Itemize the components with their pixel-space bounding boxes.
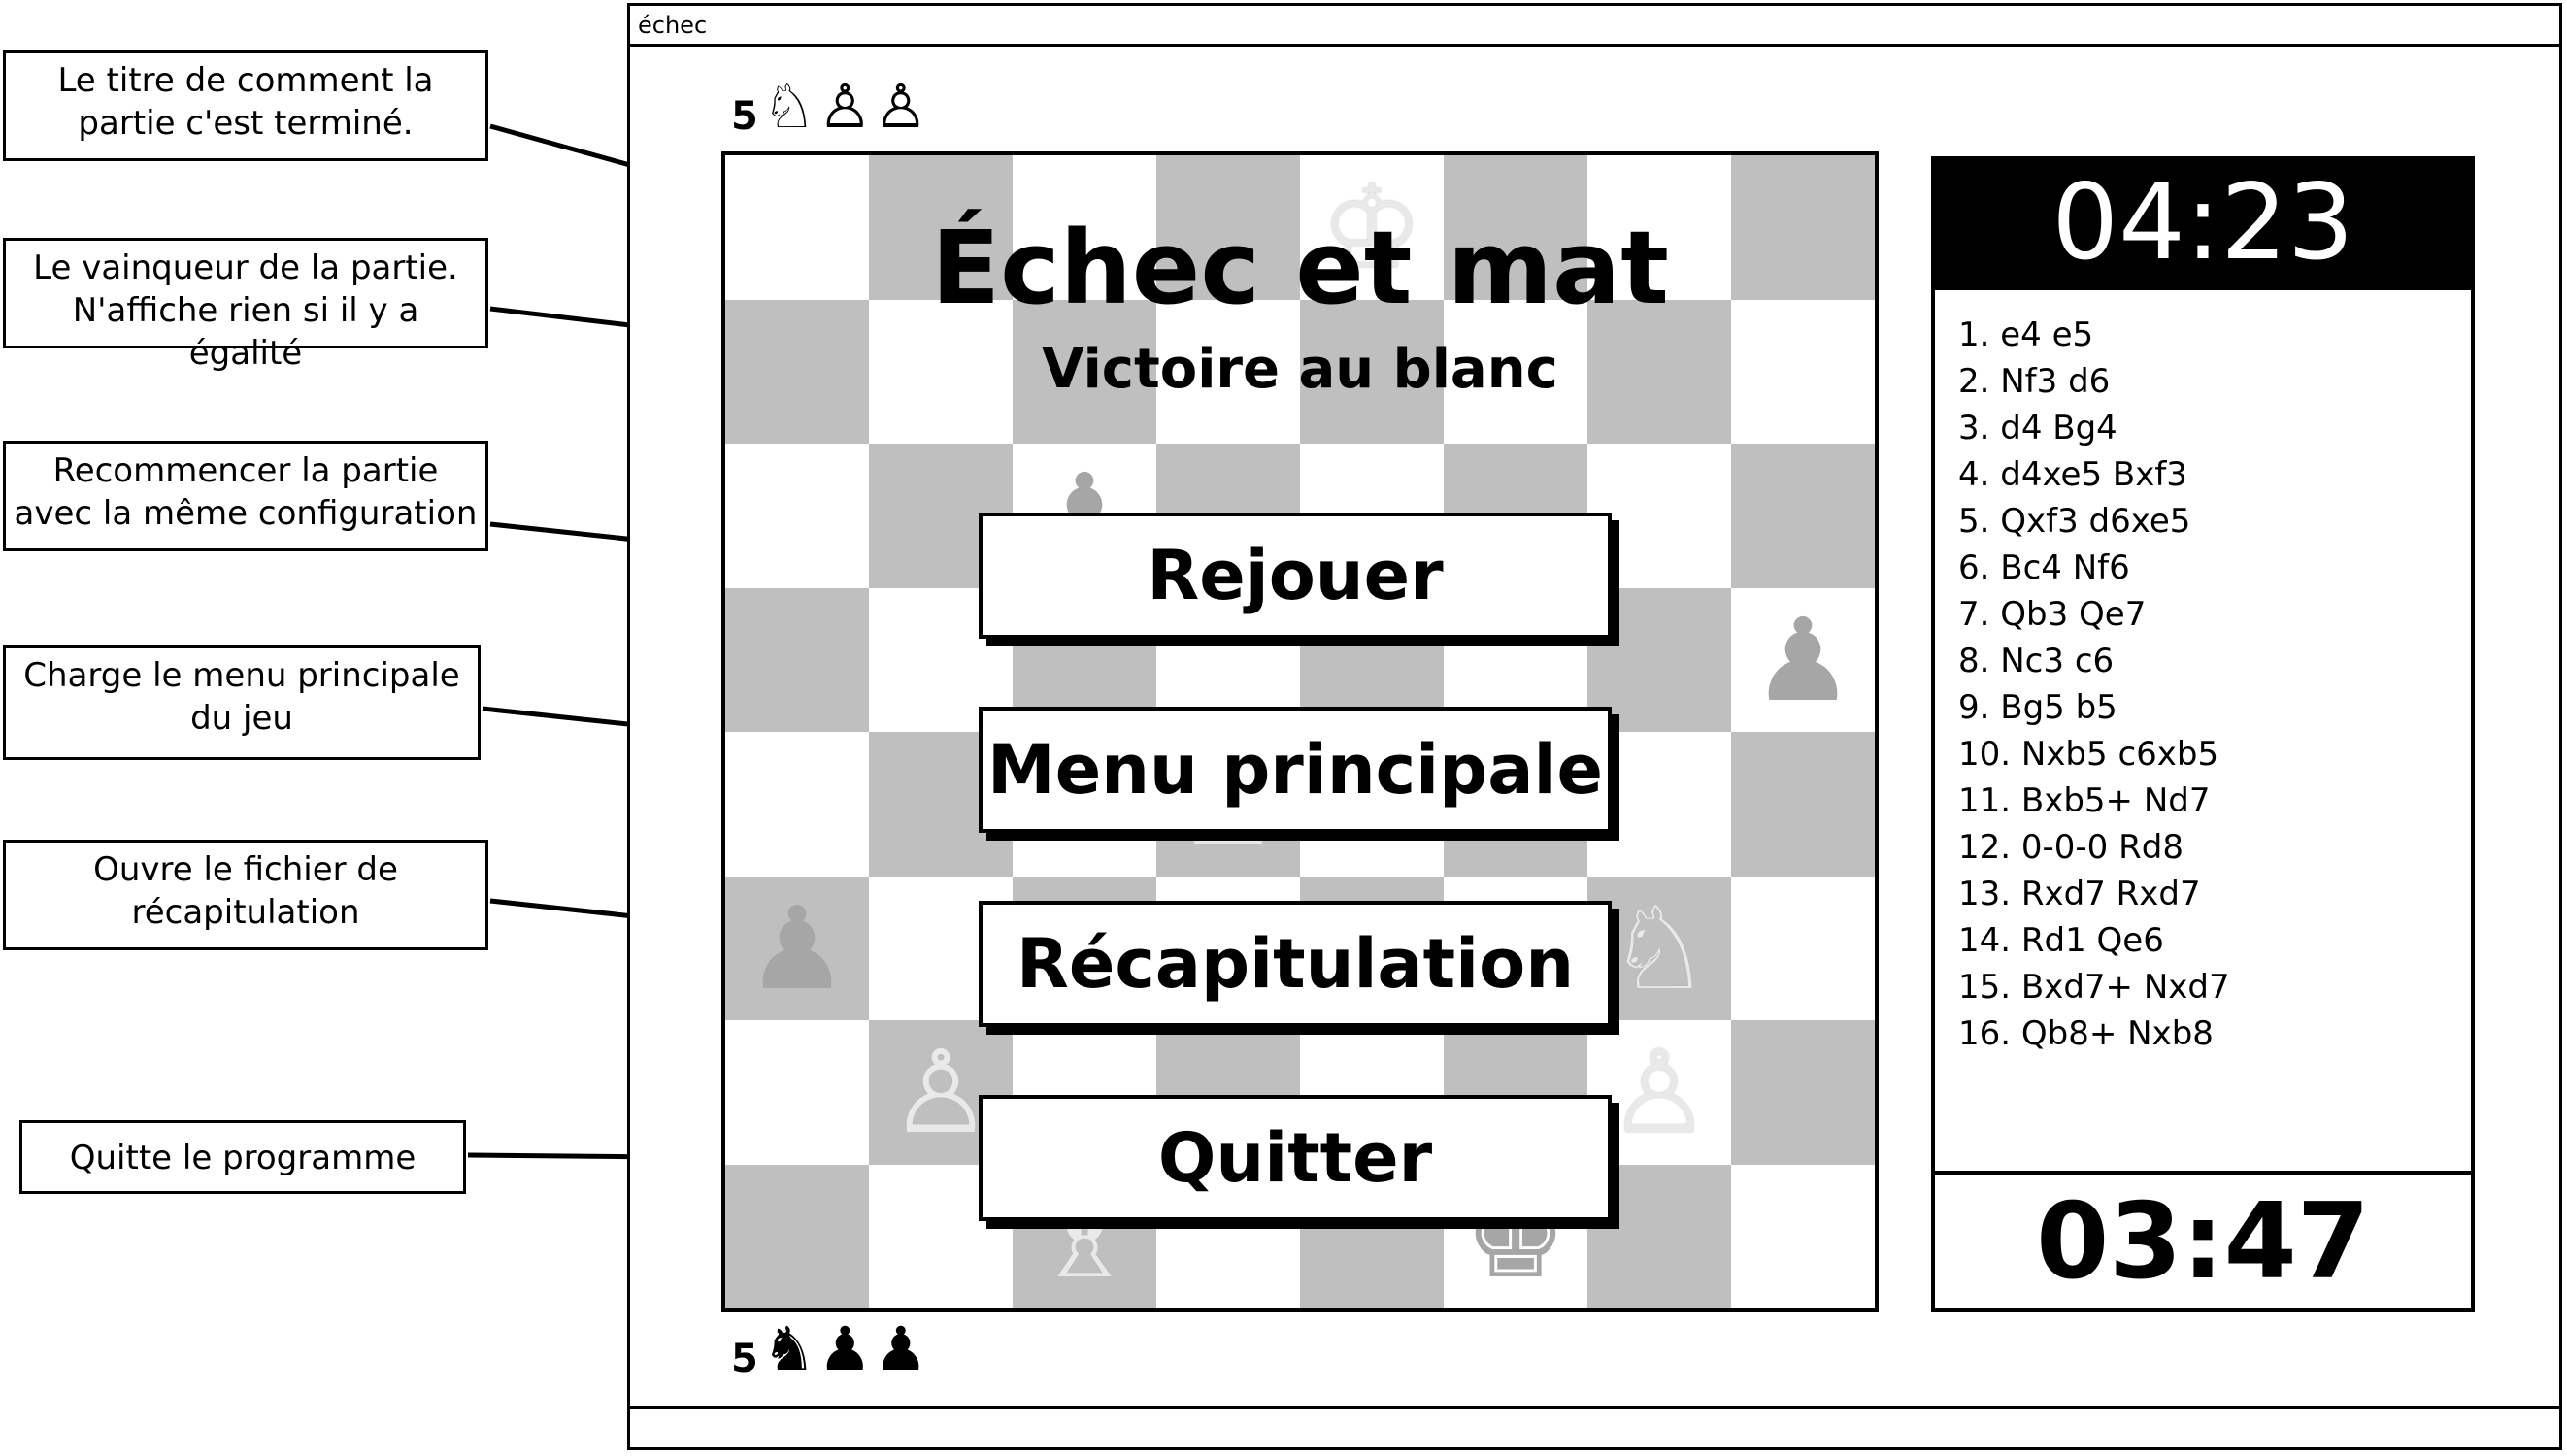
move-list-item: 1. e4 e5	[1958, 315, 2094, 354]
move-list: 1. e4 e5 2. Nf3 d6 3. d4 Bg4 4. d4xe5 Bxf3 5…	[1958, 312, 2230, 1057]
captured-count-top: 5	[731, 94, 758, 139]
replay-button[interactable]: Rejouer	[979, 513, 1612, 639]
move-list-item: 3. d4 Bg4	[1958, 409, 2117, 447]
annotation-result-title: Le titre de comment la partie c'est term…	[3, 50, 488, 161]
move-list-item: 8. Nc3 c6	[1958, 642, 2115, 680]
recap-button[interactable]: Récapitulation	[979, 901, 1612, 1027]
black-pawn-icon: ♟	[817, 1313, 873, 1384]
move-list-item: 4. d4xe5 Bxf3	[1958, 455, 2187, 494]
quit-button[interactable]: Quitter	[979, 1095, 1612, 1221]
window-statusbar	[630, 1406, 2559, 1447]
game-window: échec 5 ♘ ♙ ♙ ♔♟♟♙♟♘♙♙♗♚ Échec et mat Vi…	[627, 3, 2562, 1450]
move-list-item: 7. Qb3 Qe7	[1958, 595, 2147, 634]
timer-top: 04:23	[1931, 156, 2475, 290]
result-title: Échec et mat	[931, 209, 1669, 327]
white-knight-icon: ♘	[761, 71, 817, 142]
window-title: échec	[638, 12, 708, 39]
move-list-item: 9. Bg5 b5	[1958, 688, 2117, 727]
move-list-item: 11. Bxb5+ Nd7	[1958, 781, 2211, 820]
winner-label: Victoire au blanc	[1042, 338, 1558, 401]
annotation-main-menu: Charge le menu principale du jeu	[3, 645, 481, 760]
move-list-item: 5. Qxf3 d6xe5	[1958, 502, 2191, 541]
annotation-winner: Le vainqueur de la partie. N'affiche rie…	[3, 238, 488, 373]
white-pawn-icon: ♙	[874, 71, 928, 142]
white-pawn-icon: ♙	[817, 71, 873, 142]
captured-pieces-top: 5 ♘ ♙ ♙	[731, 71, 928, 142]
move-list-item: 12. 0-0-0 Rd8	[1958, 828, 2184, 867]
move-list-item: 2. Nf3 d6	[1958, 362, 2111, 401]
annotation-replay: Recommencer la partie avec la même confi…	[3, 441, 488, 551]
window-titlebar: échec	[630, 6, 2559, 47]
black-knight-icon: ♞	[761, 1313, 817, 1384]
captured-count-bottom: 5	[731, 1337, 758, 1381]
move-list-item: 13. Rxd7 Rxd7	[1958, 875, 2201, 913]
move-list-item: 10. Nxb5 c6xb5	[1958, 735, 2219, 774]
move-list-item: 6. Bc4 Nf6	[1958, 548, 2130, 587]
move-list-item: 14. Rd1 Qe6	[1958, 921, 2164, 960]
move-list-item: 16. Qb8+ Nxb8	[1958, 1014, 2214, 1053]
black-pawn-icon: ♟	[874, 1313, 928, 1384]
game-over-overlay: Échec et mat Victoire au blanc Rejouer M…	[721, 151, 1879, 1312]
main-menu-button[interactable]: Menu principale	[979, 707, 1612, 833]
timer-bottom: 03:47	[1935, 1171, 2471, 1308]
annotation-quit: Quitte le programme	[19, 1120, 466, 1194]
move-list-item: 15. Bxd7+ Nxd7	[1958, 968, 2230, 1007]
annotation-recap: Ouvre le fichier de récapitulation	[3, 840, 488, 950]
captured-pieces-bottom: 5 ♞ ♟ ♟	[731, 1313, 928, 1384]
move-history-panel: 1. e4 e5 2. Nf3 d6 3. d4 Bg4 4. d4xe5 Bxf3 5…	[1931, 290, 2475, 1312]
